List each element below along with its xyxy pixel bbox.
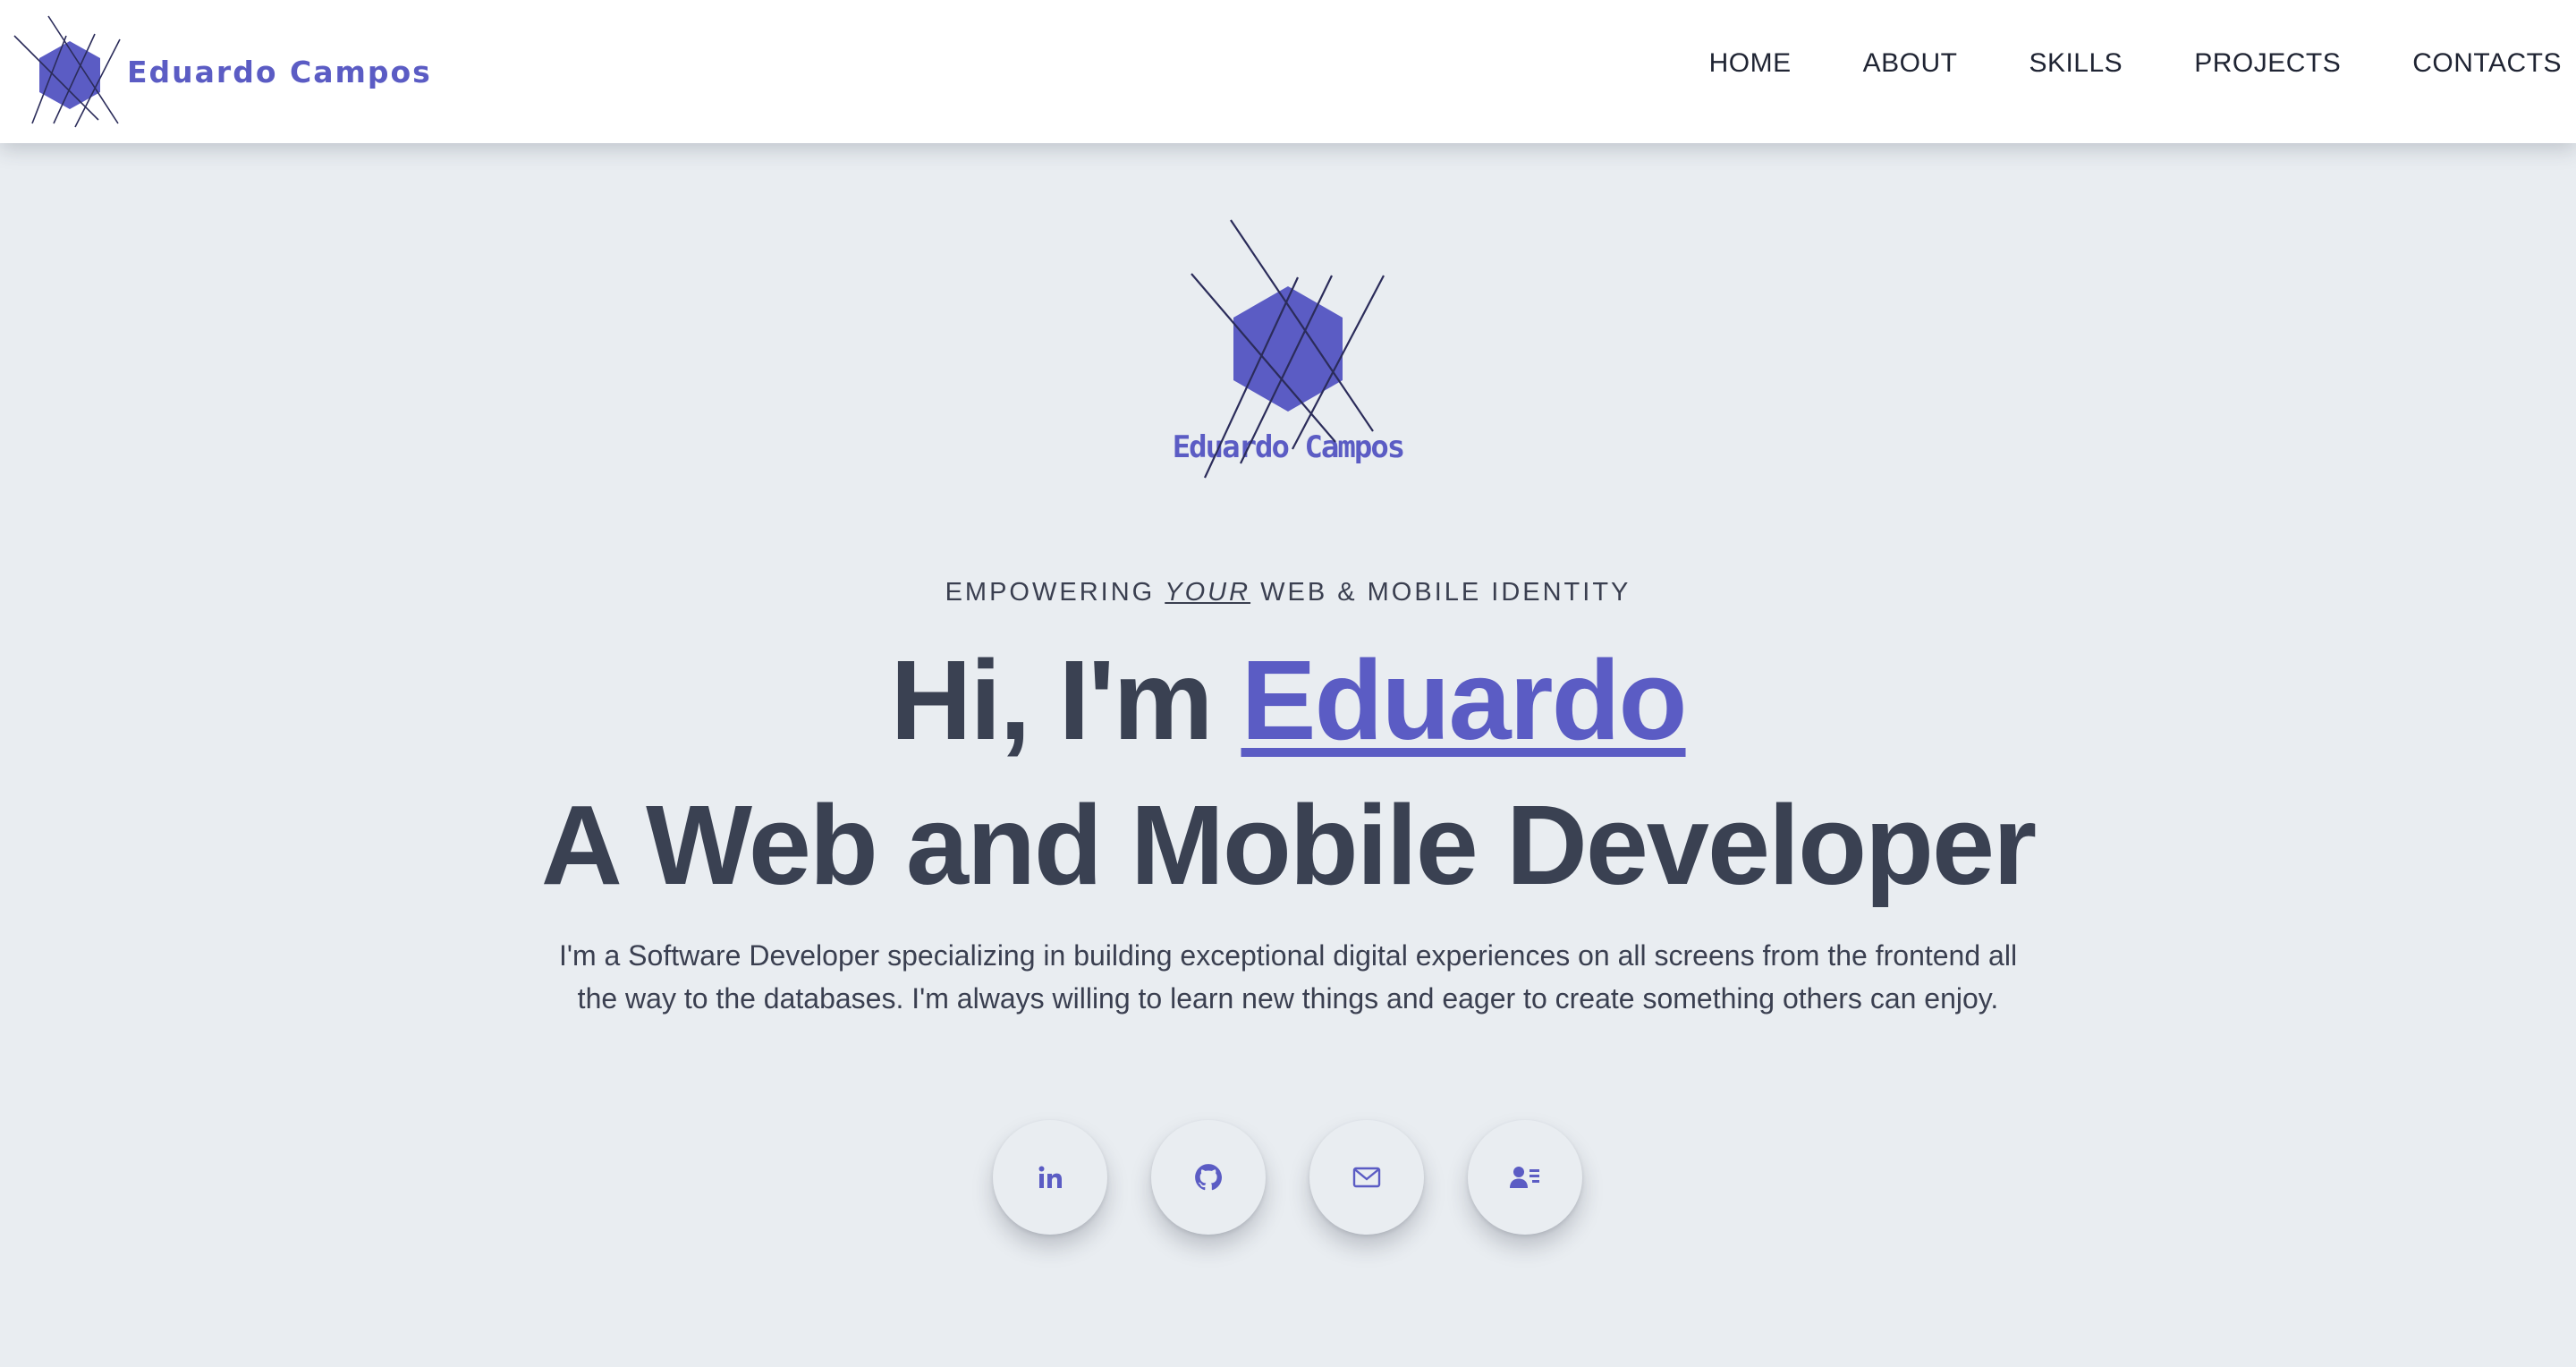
nav-about[interactable]: ABOUT bbox=[1863, 48, 1958, 79]
contact-card-icon bbox=[1510, 1167, 1539, 1188]
hero-description: I'm a Software Developer specializing in… bbox=[558, 939, 2018, 1015]
tagline-prefix: EMPOWERING bbox=[945, 578, 1165, 607]
greeting-text: Hi, I'm bbox=[890, 637, 1241, 763]
brand-logo-icon bbox=[13, 15, 121, 128]
hero-greeting: Hi, I'm Eduardo bbox=[0, 633, 2576, 768]
tagline-suffix: WEB & MOBILE IDENTITY bbox=[1250, 578, 1631, 607]
hero-role: A Web and Mobile Developer bbox=[540, 782, 2037, 908]
github-button[interactable] bbox=[1151, 1120, 1266, 1235]
hero-logo: Eduardo Campos bbox=[1172, 215, 1405, 483]
hero-tagline: EMPOWERING YOUR WEB & MOBILE IDENTITY bbox=[0, 578, 2576, 607]
linkedin-icon bbox=[1038, 1166, 1062, 1188]
top-navbar: Eduardo Campos HOME ABOUT SKILLS PROJECT… bbox=[0, 0, 2576, 143]
nav-skills[interactable]: SKILLS bbox=[2029, 48, 2123, 79]
email-button[interactable] bbox=[1309, 1120, 1424, 1235]
brand-name: Eduardo Campos bbox=[127, 54, 432, 89]
social-links bbox=[993, 1120, 1582, 1235]
tagline-emphasis: YOUR bbox=[1165, 578, 1251, 607]
nav-home[interactable]: HOME bbox=[1709, 48, 1792, 79]
main-nav: HOME ABOUT SKILLS PROJECTS CONTACTS bbox=[1709, 48, 2562, 79]
nav-projects[interactable]: PROJECTS bbox=[2194, 48, 2341, 79]
resume-button[interactable] bbox=[1468, 1120, 1582, 1235]
nav-contacts[interactable]: CONTACTS bbox=[2412, 48, 2562, 79]
mail-icon bbox=[1352, 1167, 1381, 1188]
hero-name: Eduardo bbox=[1241, 637, 1688, 763]
github-icon bbox=[1195, 1164, 1223, 1191]
hero-logo-icon bbox=[1191, 219, 1385, 479]
brand-home-link[interactable]: Eduardo Campos bbox=[13, 14, 432, 129]
linkedin-button[interactable] bbox=[993, 1120, 1107, 1235]
